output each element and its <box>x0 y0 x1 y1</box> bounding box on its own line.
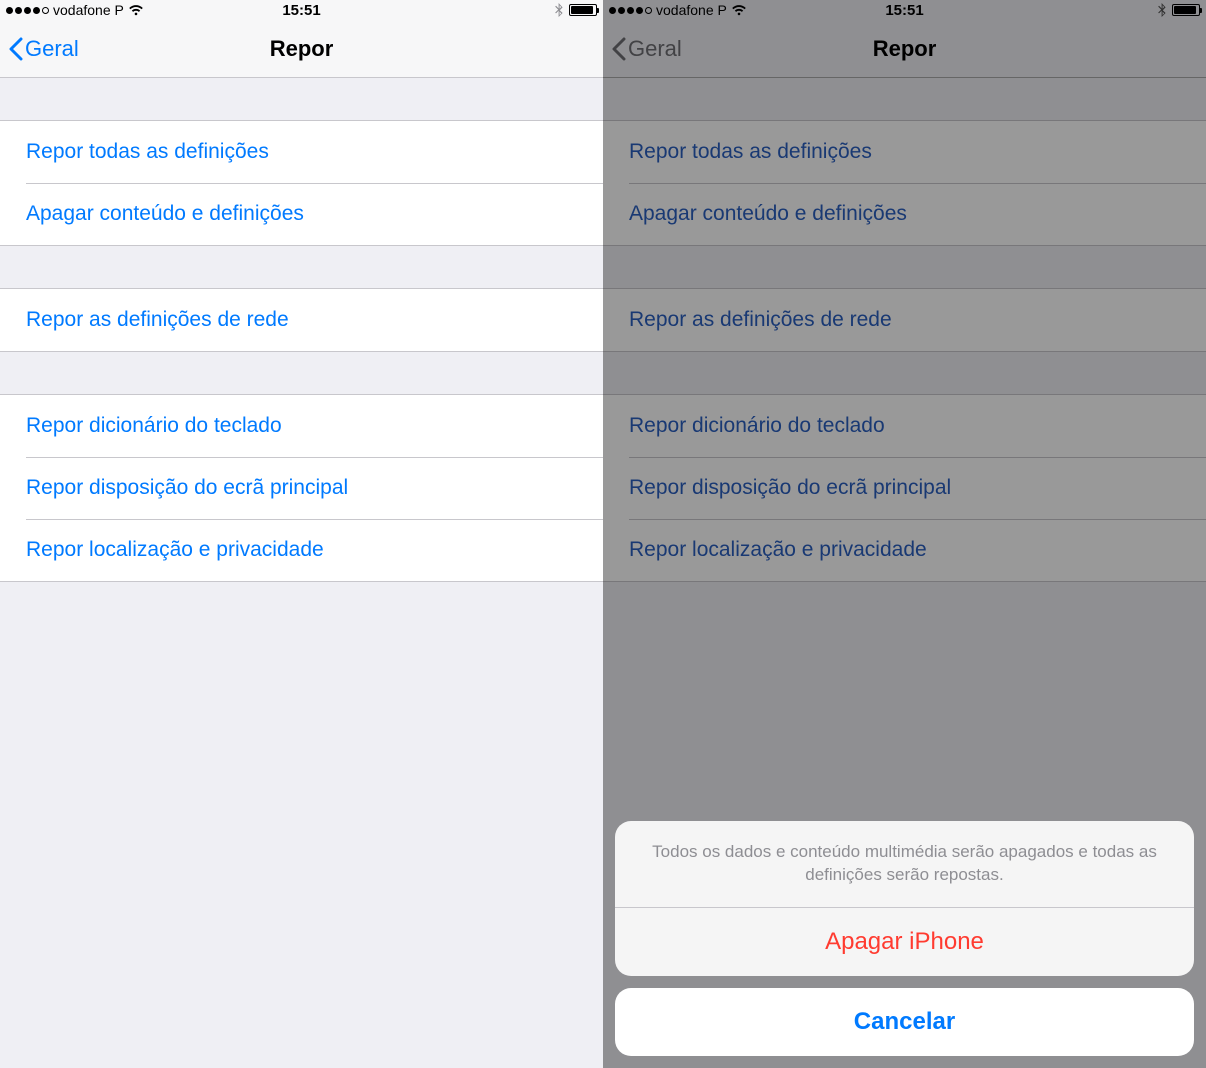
phone-screen-right: vodafone P 15:51 Geral Repor Repor todas… <box>603 0 1206 1068</box>
cell-label: Repor localização e privacidade <box>629 538 927 562</box>
status-right <box>555 3 597 17</box>
back-label: Geral <box>628 36 682 62</box>
bluetooth-icon <box>1158 3 1166 17</box>
status-bar: vodafone P 15:51 <box>603 0 1206 20</box>
erase-iphone-button[interactable]: Apagar iPhone <box>615 908 1194 976</box>
battery-icon <box>569 4 597 16</box>
cancel-button[interactable]: Cancelar <box>615 988 1194 1056</box>
back-button: Geral <box>611 36 682 62</box>
settings-list: Repor todas as definições Apagar conteúd… <box>0 120 603 582</box>
cell-reset-home-layout: Repor disposição do ecrã principal <box>603 457 1206 519</box>
nav-bar: Geral Repor <box>603 20 1206 78</box>
settings-list: Repor todas as definições Apagar conteúd… <box>603 120 1206 582</box>
cell-label: Repor todas as definições <box>629 140 872 164</box>
cell-reset-network: Repor as definições de rede <box>603 289 1206 351</box>
settings-group: Repor dicionário do teclado Repor dispos… <box>0 394 603 582</box>
battery-icon <box>1172 4 1200 16</box>
cell-reset-all-settings: Repor todas as definições <box>603 121 1206 183</box>
status-bar: vodafone P 15:51 <box>0 0 603 20</box>
cell-reset-keyboard[interactable]: Repor dicionário do teclado <box>0 395 603 457</box>
cell-label: Repor todas as definições <box>26 140 269 164</box>
nav-title: Repor <box>0 36 603 62</box>
nav-bar: Geral Repor <box>0 20 603 78</box>
button-label: Cancelar <box>854 1008 955 1036</box>
cell-reset-home-layout[interactable]: Repor disposição do ecrã principal <box>0 457 603 519</box>
wifi-icon <box>731 4 747 16</box>
cell-reset-keyboard: Repor dicionário do teclado <box>603 395 1206 457</box>
status-right <box>1158 3 1200 17</box>
settings-group: Repor dicionário do teclado Repor dispos… <box>603 394 1206 582</box>
carrier-label: vodafone P <box>53 2 124 18</box>
cell-reset-all-settings[interactable]: Repor todas as definições <box>0 121 603 183</box>
phone-screen-left: vodafone P 15:51 Geral Repor Repor todas… <box>0 0 603 1068</box>
action-sheet-message: Todos os dados e conteúdo multimédia ser… <box>615 821 1194 907</box>
status-left: vodafone P <box>6 2 144 18</box>
settings-group: Repor todas as definições Apagar conteúd… <box>0 120 603 246</box>
button-label: Apagar iPhone <box>825 928 984 956</box>
cell-reset-location-privacy: Repor localização e privacidade <box>603 519 1206 581</box>
cell-reset-network[interactable]: Repor as definições de rede <box>0 289 603 351</box>
cell-label: Repor disposição do ecrã principal <box>26 476 348 500</box>
cell-label: Apagar conteúdo e definições <box>26 202 304 226</box>
action-sheet-card: Todos os dados e conteúdo multimédia ser… <box>615 821 1194 976</box>
cell-label: Repor dicionário do teclado <box>26 414 282 438</box>
wifi-icon <box>128 4 144 16</box>
cell-reset-location-privacy[interactable]: Repor localização e privacidade <box>0 519 603 581</box>
settings-group: Repor as definições de rede <box>0 288 603 352</box>
cell-label: Repor disposição do ecrã principal <box>629 476 951 500</box>
chevron-left-icon <box>611 37 626 61</box>
status-left: vodafone P <box>609 2 747 18</box>
cell-label: Repor as definições de rede <box>629 308 892 332</box>
signal-strength-icon <box>6 7 49 14</box>
cell-label: Repor dicionário do teclado <box>629 414 885 438</box>
cell-label: Repor localização e privacidade <box>26 538 324 562</box>
bluetooth-icon <box>555 3 563 17</box>
nav-title: Repor <box>603 36 1206 62</box>
settings-group: Repor todas as definições Apagar conteúd… <box>603 120 1206 246</box>
back-label: Geral <box>25 36 79 62</box>
chevron-left-icon <box>8 37 23 61</box>
carrier-label: vodafone P <box>656 2 727 18</box>
signal-strength-icon <box>609 7 652 14</box>
cell-label: Apagar conteúdo e definições <box>629 202 907 226</box>
cell-label: Repor as definições de rede <box>26 308 289 332</box>
settings-group: Repor as definições de rede <box>603 288 1206 352</box>
action-sheet: Todos os dados e conteúdo multimédia ser… <box>615 821 1194 1056</box>
back-button[interactable]: Geral <box>8 36 79 62</box>
cell-erase-content: Apagar conteúdo e definições <box>603 183 1206 245</box>
cell-erase-content[interactable]: Apagar conteúdo e definições <box>0 183 603 245</box>
